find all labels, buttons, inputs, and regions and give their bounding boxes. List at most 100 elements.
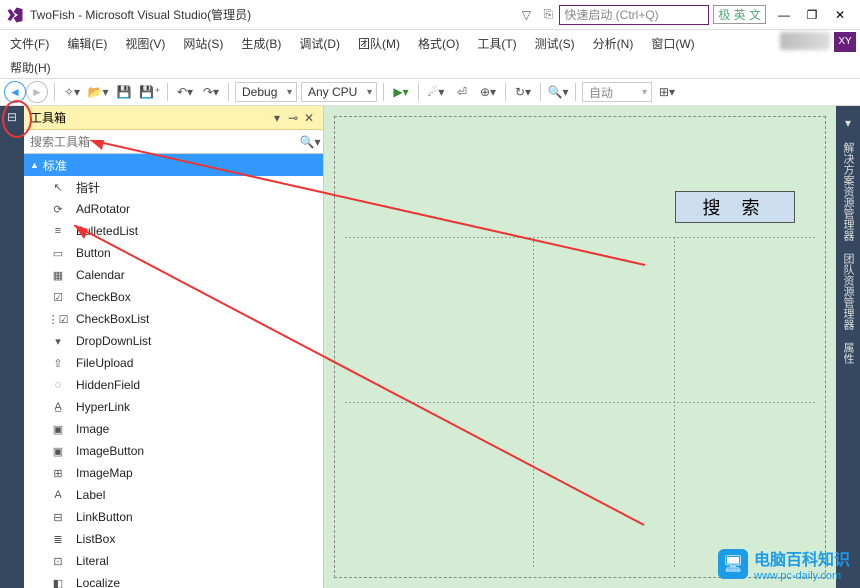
- menu-format[interactable]: 格式(O): [414, 33, 463, 54]
- undo-button[interactable]: ↶▾: [174, 81, 196, 103]
- toolbox-items-list: ↖指针⟳AdRotator≡BulletedList▭Button ▦ Calend…: [24, 176, 323, 588]
- menu-view[interactable]: 视图(V): [121, 33, 169, 54]
- menu-website[interactable]: 网站(S): [179, 33, 227, 54]
- menu-help[interactable]: 帮助(H): [10, 59, 51, 76]
- toolbox-search-input[interactable]: [24, 131, 297, 153]
- toolbox-dropdown-button[interactable]: ▾: [269, 111, 285, 125]
- toolbox-item[interactable]: ◌HiddenField: [24, 374, 323, 396]
- toolbox-panel: 工具箱 ▾ ⊸ ✕ 🔍▾ ▲ 标准 ↖指针⟳AdRotator≡Bulleted…: [24, 106, 324, 588]
- toolbox-item-label: FileUpload: [76, 356, 133, 370]
- toolbox-item[interactable]: ▦ Calendar: [24, 264, 323, 286]
- toolbox-item-label: CheckBoxList: [76, 312, 149, 326]
- properties-tab[interactable]: 属性: [840, 342, 856, 364]
- watermark-logo-icon: 🖥: [718, 549, 748, 579]
- toolbox-item[interactable]: ≣ListBox: [24, 528, 323, 550]
- toolbox-item[interactable]: ◧Localize: [24, 572, 323, 588]
- toolbox-item[interactable]: A̲HyperLink: [24, 396, 323, 418]
- toolbox-item[interactable]: ⊟LinkButton: [24, 506, 323, 528]
- close-button[interactable]: ✕: [826, 4, 854, 26]
- redo-button[interactable]: ↷▾: [200, 81, 222, 103]
- toolbox-item[interactable]: ▣Image: [24, 418, 323, 440]
- toolbox-item[interactable]: ▾DropDownList: [24, 330, 323, 352]
- toolbox-item[interactable]: ⊞ ImageMap: [24, 462, 323, 484]
- toolbox-item[interactable]: ↖指针: [24, 176, 323, 198]
- strip-caret-icon[interactable]: ▾: [836, 116, 860, 130]
- menu-build[interactable]: 生成(B): [237, 33, 285, 54]
- refresh-button[interactable]: ↻▾: [512, 81, 534, 103]
- window-title: TwoFish - Microsoft Visual Studio(管理员): [30, 6, 251, 23]
- find-button[interactable]: 🔍▾: [547, 81, 569, 103]
- open-file-button[interactable]: 📂▾: [87, 81, 109, 103]
- design-canvas[interactable]: 搜 索: [334, 116, 826, 578]
- toolbox-item-label: DropDownList: [76, 334, 151, 348]
- target-button[interactable]: ⊕▾: [477, 81, 499, 103]
- left-strip[interactable]: ⊟ 服务器资源管理器: [0, 106, 24, 588]
- menu-tools[interactable]: 工具(T): [473, 33, 520, 54]
- toolbox-item[interactable]: ALabel: [24, 484, 323, 506]
- watermark: 🖥 电脑百科知识 www.pc-daily.com: [718, 546, 850, 582]
- toolbox-item[interactable]: ⇧FileUpload: [24, 352, 323, 374]
- toolbox-item[interactable]: ▭Button: [24, 242, 323, 264]
- toolbox-item-label: Button: [76, 246, 111, 260]
- toolbox-pin-button[interactable]: ⊸: [285, 111, 301, 125]
- imagemap-icon: ⊞: [50, 465, 66, 481]
- feedback-icon[interactable]: ⎘: [537, 7, 559, 22]
- menu-edit[interactable]: 编辑(E): [63, 33, 111, 54]
- toolbox-search: 🔍▾: [24, 130, 323, 154]
- toolbox-item[interactable]: ☑CheckBox: [24, 286, 323, 308]
- browser-link-button[interactable]: ☄▾: [425, 81, 447, 103]
- save-all-button[interactable]: 💾⁺: [139, 81, 161, 103]
- menu-test[interactable]: 测试(S): [531, 33, 579, 54]
- literal-icon: ⊡: [50, 553, 66, 569]
- solution-explorer-tab[interactable]: 解决方案资源管理器: [840, 142, 856, 241]
- toolbox-close-button[interactable]: ✕: [301, 111, 317, 125]
- restore-button[interactable]: ❐: [798, 4, 826, 26]
- toolbox-item[interactable]: ⋮☑ CheckBoxList: [24, 308, 323, 330]
- toolbox-item-label: ImageMap: [76, 466, 133, 480]
- start-debug-button[interactable]: ▶▾: [390, 81, 412, 103]
- menu-file[interactable]: 文件(F): [6, 33, 53, 54]
- save-button[interactable]: 💾: [113, 81, 135, 103]
- menu-window[interactable]: 窗口(W): [647, 33, 698, 54]
- toolbox-item-label: BulletedList: [76, 224, 138, 238]
- toolbox-item-label: Calendar: [76, 268, 125, 282]
- config-combo[interactable]: Debug: [235, 82, 297, 102]
- search-button-control[interactable]: 搜 索: [675, 191, 795, 223]
- toolbox-title: 工具箱: [30, 109, 269, 126]
- quick-launch-input[interactable]: 快速启动 (Ctrl+Q): [559, 5, 709, 25]
- listbox-icon: ≣: [50, 531, 66, 547]
- design-grid: [345, 237, 815, 567]
- nav-forward-button[interactable]: ►: [26, 81, 48, 103]
- platform-combo[interactable]: Any CPU: [301, 82, 377, 102]
- minimize-button[interactable]: —: [770, 4, 798, 26]
- toolbox-item-label: ImageButton: [76, 444, 144, 458]
- ime-indicator[interactable]: 极 英 文: [713, 5, 766, 24]
- menu-team[interactable]: 团队(M): [354, 33, 404, 54]
- toolbox-item[interactable]: ⟳AdRotator: [24, 198, 323, 220]
- element-combo[interactable]: 自动: [582, 82, 652, 102]
- body: ⊟ 服务器资源管理器 工具箱 ▾ ⊸ ✕ 🔍▾ ▲ 标准 ↖指针⟳AdRotat…: [0, 106, 860, 588]
- category-label: 标准: [43, 157, 67, 174]
- team-explorer-tab[interactable]: 团队资源管理器: [840, 253, 856, 330]
- toolbox-category-standard[interactable]: ▲ 标准: [24, 154, 323, 176]
- localize-icon: ◧: [50, 575, 66, 588]
- vs-logo-icon: [6, 6, 24, 24]
- expand-triangle-icon: ▲: [30, 160, 39, 170]
- menubar: 文件(F) 编辑(E) 视图(V) 网站(S) 生成(B) 调试(D) 团队(M…: [0, 30, 860, 56]
- calendar-icon: ▦: [50, 267, 66, 283]
- flag-icon[interactable]: ▽: [515, 8, 537, 22]
- search-icon[interactable]: 🔍▾: [297, 135, 323, 149]
- menu-debug[interactable]: 调试(D): [295, 33, 344, 54]
- design-surface[interactable]: 搜 索: [324, 106, 836, 588]
- toolbox-item[interactable]: ▣ImageButton: [24, 440, 323, 462]
- nav-back-button[interactable]: ◄: [4, 81, 26, 103]
- checkboxlist-icon: ⋮☑: [50, 311, 66, 327]
- menu-analyze[interactable]: 分析(N): [589, 33, 638, 54]
- toolbox-item[interactable]: ≡BulletedList: [24, 220, 323, 242]
- toolbox-item-label: HyperLink: [76, 400, 130, 414]
- new-project-button[interactable]: ✧▾: [61, 81, 83, 103]
- new-line-button[interactable]: ⏎: [451, 81, 473, 103]
- table-tool-button[interactable]: ⊞▾: [656, 81, 678, 103]
- toolbox-item[interactable]: ⊡Literal: [24, 550, 323, 572]
- account-badge[interactable]: XY: [834, 32, 856, 52]
